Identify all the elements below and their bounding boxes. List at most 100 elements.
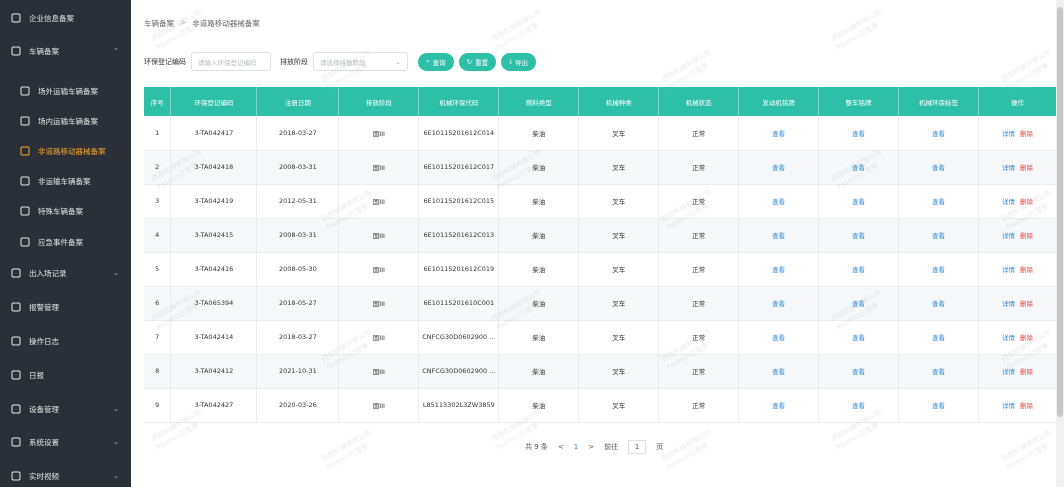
- view-link[interactable]: 查看: [772, 266, 785, 274]
- table-cell: 柴油: [498, 286, 580, 321]
- delete-link[interactable]: 删除: [1020, 402, 1033, 410]
- column-header: 操作: [978, 87, 1058, 116]
- sidebar-item-label: 操作日志: [29, 336, 59, 346]
- view-link[interactable]: 查看: [772, 130, 785, 138]
- table-cell: 查看: [898, 184, 979, 219]
- table-row: 4 3-TA042415 2008-03-31 国III 6E10115201612C0…: [144, 218, 1058, 253]
- detail-link[interactable]: 详情: [1002, 130, 1015, 138]
- view-link[interactable]: 查看: [772, 334, 785, 342]
- sidebar-item-11[interactable]: 日报: [0, 364, 131, 386]
- settings-icon: [10, 437, 21, 448]
- table-cell: 查看: [818, 286, 899, 321]
- detail-link[interactable]: 详情: [1002, 198, 1015, 206]
- breadcrumb-root[interactable]: 车辆备案: [144, 18, 174, 29]
- view-link[interactable]: 查看: [852, 164, 865, 172]
- view-link[interactable]: 查看: [852, 130, 865, 138]
- column-header: 机械状态: [658, 87, 740, 116]
- view-link[interactable]: 查看: [852, 402, 865, 410]
- view-link[interactable]: 查看: [932, 198, 945, 206]
- sidebar-item-7[interactable]: 应急事件备案: [0, 231, 131, 253]
- sidebar-item-3[interactable]: 场内运输车辆备案: [0, 110, 131, 132]
- delete-link[interactable]: 删除: [1020, 232, 1033, 240]
- table-cell: 查看: [818, 354, 899, 389]
- table-cell: 柴油: [498, 388, 580, 423]
- watermark: 西部机械有限公司 Padmin已登录: [150, 8, 203, 52]
- view-link[interactable]: 查看: [932, 266, 945, 274]
- pagination-next[interactable]: >: [588, 443, 594, 451]
- view-link[interactable]: 查看: [932, 402, 945, 410]
- delete-link[interactable]: 删除: [1020, 300, 1033, 308]
- detail-link[interactable]: 详情: [1002, 232, 1015, 240]
- view-link[interactable]: 查看: [932, 232, 945, 240]
- view-link[interactable]: 查看: [772, 164, 785, 172]
- column-header: 机械环保标签: [898, 87, 979, 116]
- sidebar-item-9[interactable]: 报警管理: [0, 296, 131, 318]
- view-link[interactable]: 查看: [932, 300, 945, 308]
- scrollbar[interactable]: [1056, 0, 1064, 487]
- sidebar-item-13[interactable]: 系统设置 ⌄: [0, 431, 131, 453]
- pagination-goto-input[interactable]: 1: [628, 440, 647, 454]
- stage-select[interactable]: 请选择排放阶段 ⌄: [313, 52, 408, 71]
- detail-link[interactable]: 详情: [1002, 164, 1015, 172]
- column-header: 序号: [144, 87, 172, 116]
- sidebar-item-5[interactable]: 非运输车辆备案: [0, 170, 131, 192]
- detail-link[interactable]: 详情: [1002, 300, 1015, 308]
- table-cell: 6E10115201610C001: [418, 286, 500, 321]
- delete-link[interactable]: 删除: [1020, 368, 1033, 376]
- sidebar-item-4[interactable]: 非道路移动器械备案: [0, 140, 131, 162]
- view-link[interactable]: 查看: [932, 368, 945, 376]
- export-button[interactable]: ⤓ 导出: [501, 52, 536, 71]
- sidebar-item-2[interactable]: 场外运输车辆备案: [0, 80, 131, 102]
- sidebar-item-12[interactable]: 设备管理 ⌄: [0, 398, 131, 420]
- table-cell: CNFCG30D0602900 ...: [418, 354, 500, 389]
- view-link[interactable]: 查看: [852, 334, 865, 342]
- detail-link[interactable]: 详情: [1002, 334, 1015, 342]
- delete-link[interactable]: 删除: [1020, 266, 1033, 274]
- delete-link[interactable]: 删除: [1020, 164, 1033, 172]
- reset-button[interactable]: ↻ 重置: [458, 52, 497, 71]
- view-link[interactable]: 查看: [772, 300, 785, 308]
- scrollbar-thumb[interactable]: [1057, 7, 1063, 417]
- delete-link[interactable]: 删除: [1020, 198, 1033, 206]
- code-input[interactable]: 请输入环保登记编码: [191, 52, 271, 71]
- view-link[interactable]: 查看: [772, 198, 785, 206]
- delete-link[interactable]: 删除: [1020, 130, 1033, 138]
- pagination-page[interactable]: 1: [574, 443, 578, 451]
- view-link[interactable]: 查看: [772, 368, 785, 376]
- table-cell: 7: [144, 320, 172, 355]
- table-cell: 国III: [338, 388, 420, 423]
- table-cell: 正常: [658, 116, 740, 151]
- sidebar-item-10[interactable]: 操作日志: [0, 330, 131, 352]
- view-link[interactable]: 查看: [772, 402, 785, 410]
- table-cell: 查看: [898, 354, 979, 389]
- view-link[interactable]: 查看: [852, 266, 865, 274]
- table-cell: 叉车: [578, 150, 660, 185]
- detail-link[interactable]: 详情: [1002, 402, 1015, 410]
- view-link[interactable]: 查看: [932, 334, 945, 342]
- view-link[interactable]: 查看: [852, 198, 865, 206]
- code-label: 环保登记编码: [144, 57, 186, 66]
- sidebar-item-0[interactable]: 企业信息备案: [0, 7, 131, 29]
- detail-link[interactable]: 详情: [1002, 266, 1015, 274]
- table-cell: 查看: [738, 286, 820, 321]
- detail-link[interactable]: 详情: [1002, 368, 1015, 376]
- table-row: 5 3-TA042416 2008-05-30 国III 6E10115201612C0…: [144, 252, 1058, 287]
- view-link[interactable]: 查看: [932, 164, 945, 172]
- watermark: 西部机械有限公司 Padmin已登录: [830, 8, 883, 52]
- sidebar-item-1[interactable]: 车辆备案 ⌃: [0, 40, 131, 62]
- view-link[interactable]: 查看: [932, 130, 945, 138]
- breadcrumb-separator: >: [180, 18, 187, 27]
- table-cell-actions: 详情 删除: [978, 252, 1058, 287]
- delete-link[interactable]: 删除: [1020, 334, 1033, 342]
- sidebar-item-8[interactable]: 出入场记录 ⌄: [0, 262, 131, 284]
- table-row: 6 3-TA065394 2018-05-27 国III 6E10115201610C0…: [144, 286, 1058, 321]
- view-link[interactable]: 查看: [852, 300, 865, 308]
- view-link[interactable]: 查看: [852, 232, 865, 240]
- view-link[interactable]: 查看: [772, 232, 785, 240]
- pagination-prev[interactable]: <: [558, 443, 564, 451]
- table-cell: 正常: [658, 184, 740, 219]
- sidebar-item-14[interactable]: 实时视频 ⌄: [0, 465, 131, 487]
- sidebar-item-6[interactable]: 特殊车辆备案: [0, 200, 131, 222]
- query-button[interactable]: ⌕ 查询: [418, 52, 454, 71]
- view-link[interactable]: 查看: [852, 368, 865, 376]
